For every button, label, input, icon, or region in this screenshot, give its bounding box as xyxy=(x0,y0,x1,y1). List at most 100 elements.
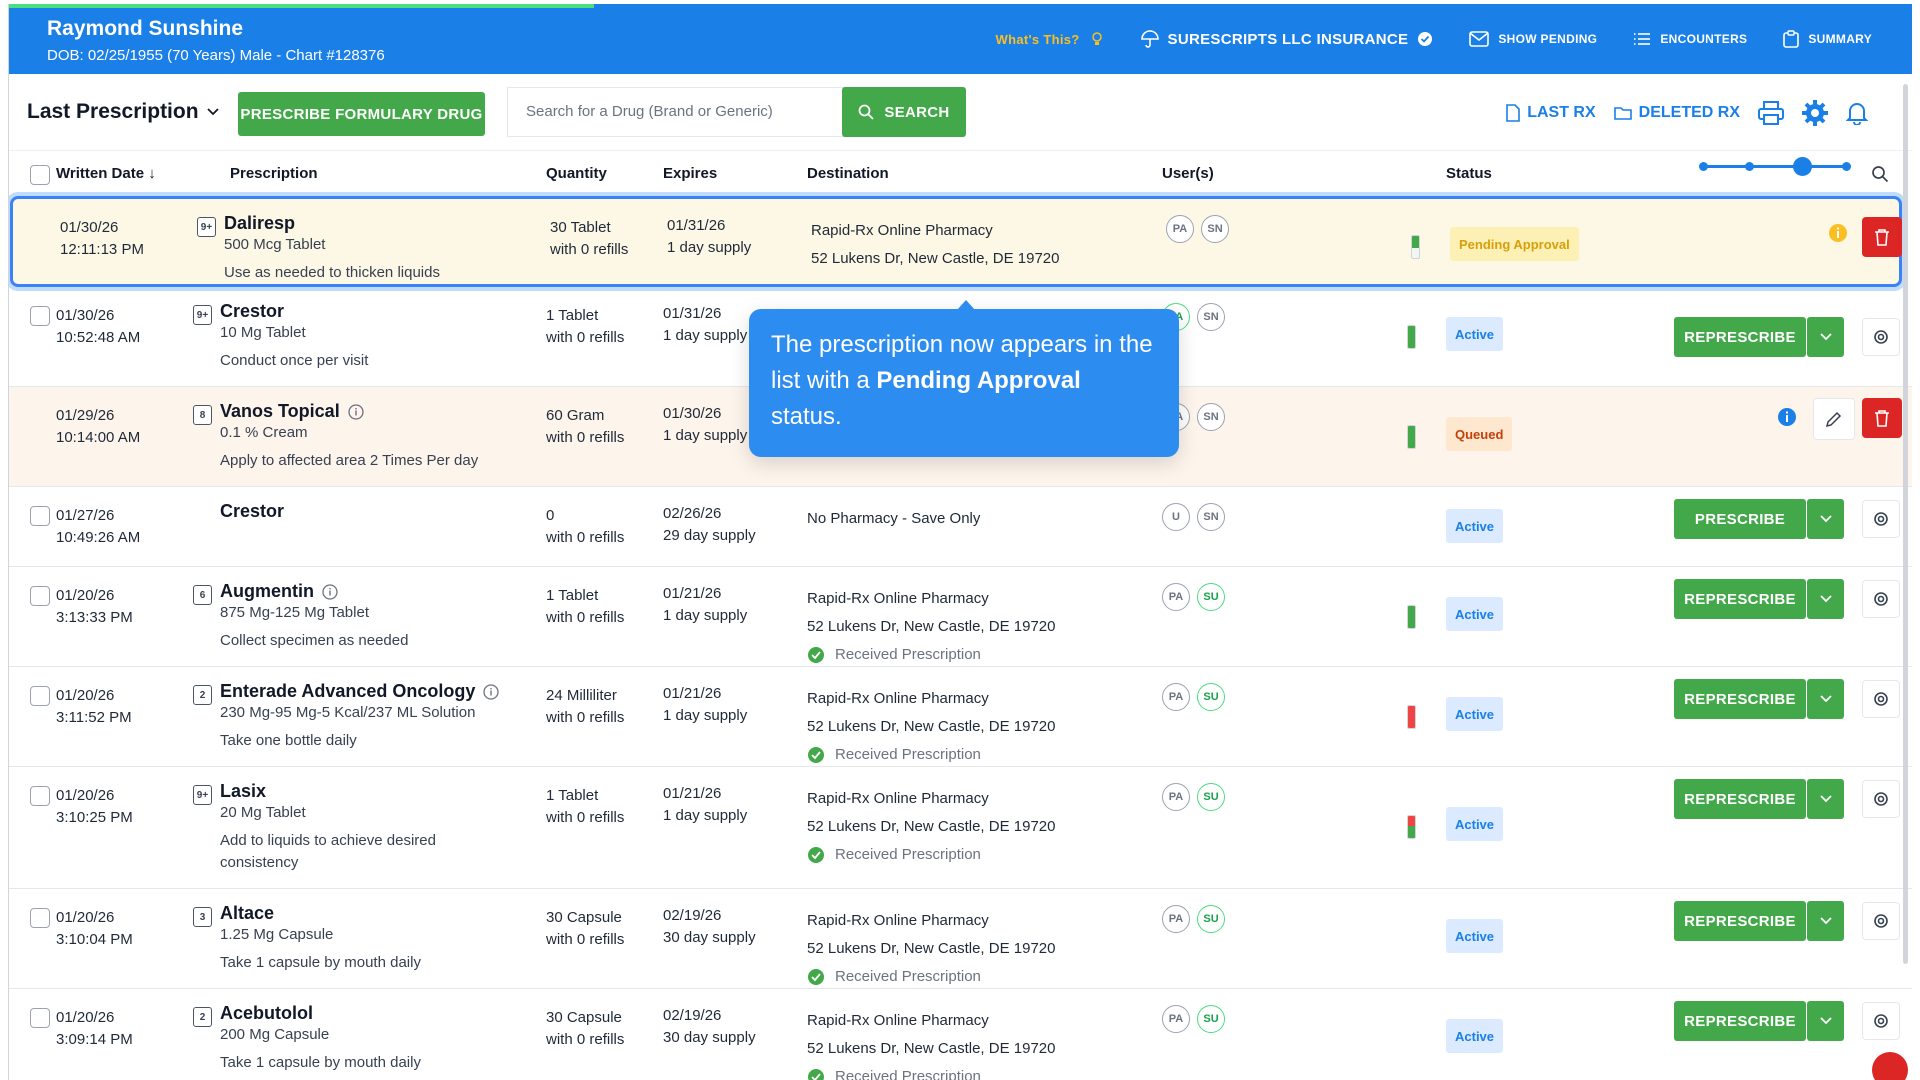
table-row[interactable]: 01/20/26 3:11:52 PM 2 Enterade Advanced O… xyxy=(9,667,1912,767)
row-settings-button[interactable] xyxy=(1862,500,1900,538)
action-dropdown-button[interactable] xyxy=(1807,1001,1844,1041)
patient-header: Raymond Sunshine DOB: 02/25/1955 (70 Yea… xyxy=(9,4,1912,74)
row-settings-button[interactable] xyxy=(1862,580,1900,618)
pharmacy-name: Rapid-Rx Online Pharmacy xyxy=(807,790,989,807)
drug-name[interactable]: Crestor xyxy=(220,501,284,522)
insurance-link[interactable]: SURESCRIPTS LLC INSURANCE xyxy=(1140,30,1434,48)
search-button[interactable]: SEARCH xyxy=(842,87,966,137)
row-settings-button[interactable] xyxy=(1862,1002,1900,1040)
info-icon[interactable] xyxy=(1777,407,1797,427)
bell-icon[interactable] xyxy=(1846,101,1868,125)
exp-date: 02/19/26 xyxy=(663,907,722,924)
row-settings-button[interactable] xyxy=(1862,318,1900,356)
scrollbar[interactable] xyxy=(1903,84,1908,964)
drug-search-input[interactable]: Search for a Drug (Brand or Generic) xyxy=(507,87,847,137)
represcribe-button[interactable]: REPRESCRIBE xyxy=(1674,779,1806,819)
represcribe-button[interactable]: REPRESCRIBE xyxy=(1674,317,1806,357)
delete-button[interactable] xyxy=(1862,398,1902,438)
represcribe-button[interactable]: REPRESCRIBE xyxy=(1674,679,1806,719)
row-checkbox[interactable] xyxy=(30,506,50,526)
represcribe-button[interactable]: REPRESCRIBE xyxy=(1674,901,1806,941)
action-dropdown-button[interactable] xyxy=(1807,901,1844,941)
info-icon[interactable] xyxy=(483,683,500,700)
action-dropdown-button[interactable] xyxy=(1807,317,1844,357)
row-settings-button[interactable] xyxy=(1862,780,1900,818)
rx-count-badge: 3 xyxy=(193,907,212,927)
tutorial-callout: The prescription now appears in the list… xyxy=(749,300,1179,457)
expires: 01/21/26 1 day supply xyxy=(663,683,747,727)
whats-this-link[interactable]: What's This? xyxy=(996,31,1105,47)
table-row[interactable]: 01/20/26 3:13:33 PM 6 Augmentin 875 Mg-12… xyxy=(9,567,1912,667)
prescribe-formulary-button[interactable]: PRESCRIBE FORMULARY DRUG xyxy=(238,92,485,136)
row-checkbox[interactable] xyxy=(30,586,50,606)
drug-name[interactable]: Acebutolol xyxy=(220,1003,313,1024)
qty-refills: with 0 refills xyxy=(546,329,625,346)
toolbar-actions: LAST RX DELETED RX xyxy=(1506,100,1868,126)
show-pending-link[interactable]: SHOW PENDING xyxy=(1469,31,1597,47)
received-text: Received Prescription xyxy=(835,646,981,663)
drug-name[interactable]: Crestor xyxy=(220,301,284,322)
represcribe-button[interactable]: REPRESCRIBE xyxy=(1674,579,1806,619)
row-checkbox[interactable] xyxy=(30,1008,50,1028)
zoom-slider[interactable] xyxy=(1699,157,1851,176)
row-checkbox[interactable] xyxy=(30,686,50,706)
slider-stop xyxy=(1699,162,1708,171)
delete-button[interactable] xyxy=(1862,217,1902,257)
drug-name-text: Enterade Advanced Oncology xyxy=(220,681,476,701)
prescribe-button-group: PRESCRIBE xyxy=(1674,499,1844,539)
summary-link[interactable]: SUMMARY xyxy=(1783,30,1872,48)
clipboard-icon xyxy=(1783,30,1800,48)
table-row[interactable]: 01/20/26 3:10:04 PM 3 Altace 1.25 Mg Caps… xyxy=(9,889,1912,989)
gear-icon[interactable] xyxy=(1802,100,1828,126)
info-icon[interactable] xyxy=(348,403,364,420)
stock-meter xyxy=(1407,605,1416,629)
exp-supply: 30 day supply xyxy=(663,929,756,946)
table-search-icon[interactable] xyxy=(1871,165,1889,183)
destination: Rapid-Rx Online Pharmacy 52 Lukens Dr, Ne… xyxy=(807,785,1055,869)
table-row[interactable]: 01/27/26 10:49:26 AM Crestor 0 with 0 refi… xyxy=(9,487,1912,567)
check-circle-icon xyxy=(808,647,824,663)
select-all-checkbox[interactable] xyxy=(30,165,50,185)
printer-icon[interactable] xyxy=(1758,101,1784,125)
action-dropdown-button[interactable] xyxy=(1807,779,1844,819)
action-dropdown-button[interactable] xyxy=(1807,499,1844,539)
quantity: 1 Tablet with 0 refills xyxy=(546,585,624,629)
represcribe-button[interactable]: REPRESCRIBE xyxy=(1674,1001,1806,1041)
row-checkbox[interactable] xyxy=(30,908,50,928)
table-row[interactable]: 01/30/26 12:11:13 PM 9+ Daliresp 500 Mcg … xyxy=(10,196,1902,287)
time-text: 3:13:33 PM xyxy=(56,609,133,626)
expires: 01/21/26 1 day supply xyxy=(663,783,747,827)
col-written-date[interactable]: Written Date ↓ xyxy=(56,165,156,182)
last-rx-link[interactable]: LAST RX xyxy=(1506,104,1596,122)
qty-refills: with 0 refills xyxy=(546,709,625,726)
drug-sig: Take one bottle daily xyxy=(220,732,357,749)
prescribe-button[interactable]: PRESCRIBE xyxy=(1674,499,1806,539)
row-checkbox[interactable] xyxy=(30,786,50,806)
info-icon[interactable] xyxy=(322,583,338,600)
last-prescription-dropdown[interactable]: Last Prescription xyxy=(27,100,219,124)
row-checkbox[interactable] xyxy=(30,306,50,326)
exp-supply: 30 day supply xyxy=(663,1029,756,1046)
table-row[interactable]: 01/20/26 3:10:25 PM 9+ Lasix 20 Mg Tablet… xyxy=(9,767,1912,889)
drug-name[interactable]: Daliresp xyxy=(224,213,295,234)
action-dropdown-button[interactable] xyxy=(1807,579,1844,619)
info-warning-icon[interactable] xyxy=(1828,223,1848,243)
last-prescription-label: Last Prescription xyxy=(27,100,199,123)
table-row[interactable]: 01/20/26 3:09:14 PM 2 Acebutolol 200 Mg C… xyxy=(9,989,1912,1080)
drug-name[interactable]: Lasix xyxy=(220,781,266,802)
slider-thumb[interactable] xyxy=(1793,157,1812,176)
drug-name[interactable]: Vanos Topical xyxy=(220,401,364,422)
rx-count-badge: 9+ xyxy=(197,217,216,237)
drug-name[interactable]: Enterade Advanced Oncology xyxy=(220,681,500,702)
edit-button[interactable] xyxy=(1813,398,1855,440)
drug-name[interactable]: Augmentin xyxy=(220,581,338,602)
drug-name[interactable]: Altace xyxy=(220,903,274,924)
encounters-link[interactable]: ENCOUNTERS xyxy=(1633,31,1747,47)
exp-supply: 1 day supply xyxy=(667,239,752,256)
deleted-rx-link[interactable]: DELETED RX xyxy=(1613,104,1740,122)
help-fab-button[interactable] xyxy=(1872,1052,1908,1080)
row-settings-button[interactable] xyxy=(1862,680,1900,718)
row-settings-button[interactable] xyxy=(1862,902,1900,940)
action-dropdown-button[interactable] xyxy=(1807,679,1844,719)
rx-count-badge: 9+ xyxy=(193,305,212,325)
